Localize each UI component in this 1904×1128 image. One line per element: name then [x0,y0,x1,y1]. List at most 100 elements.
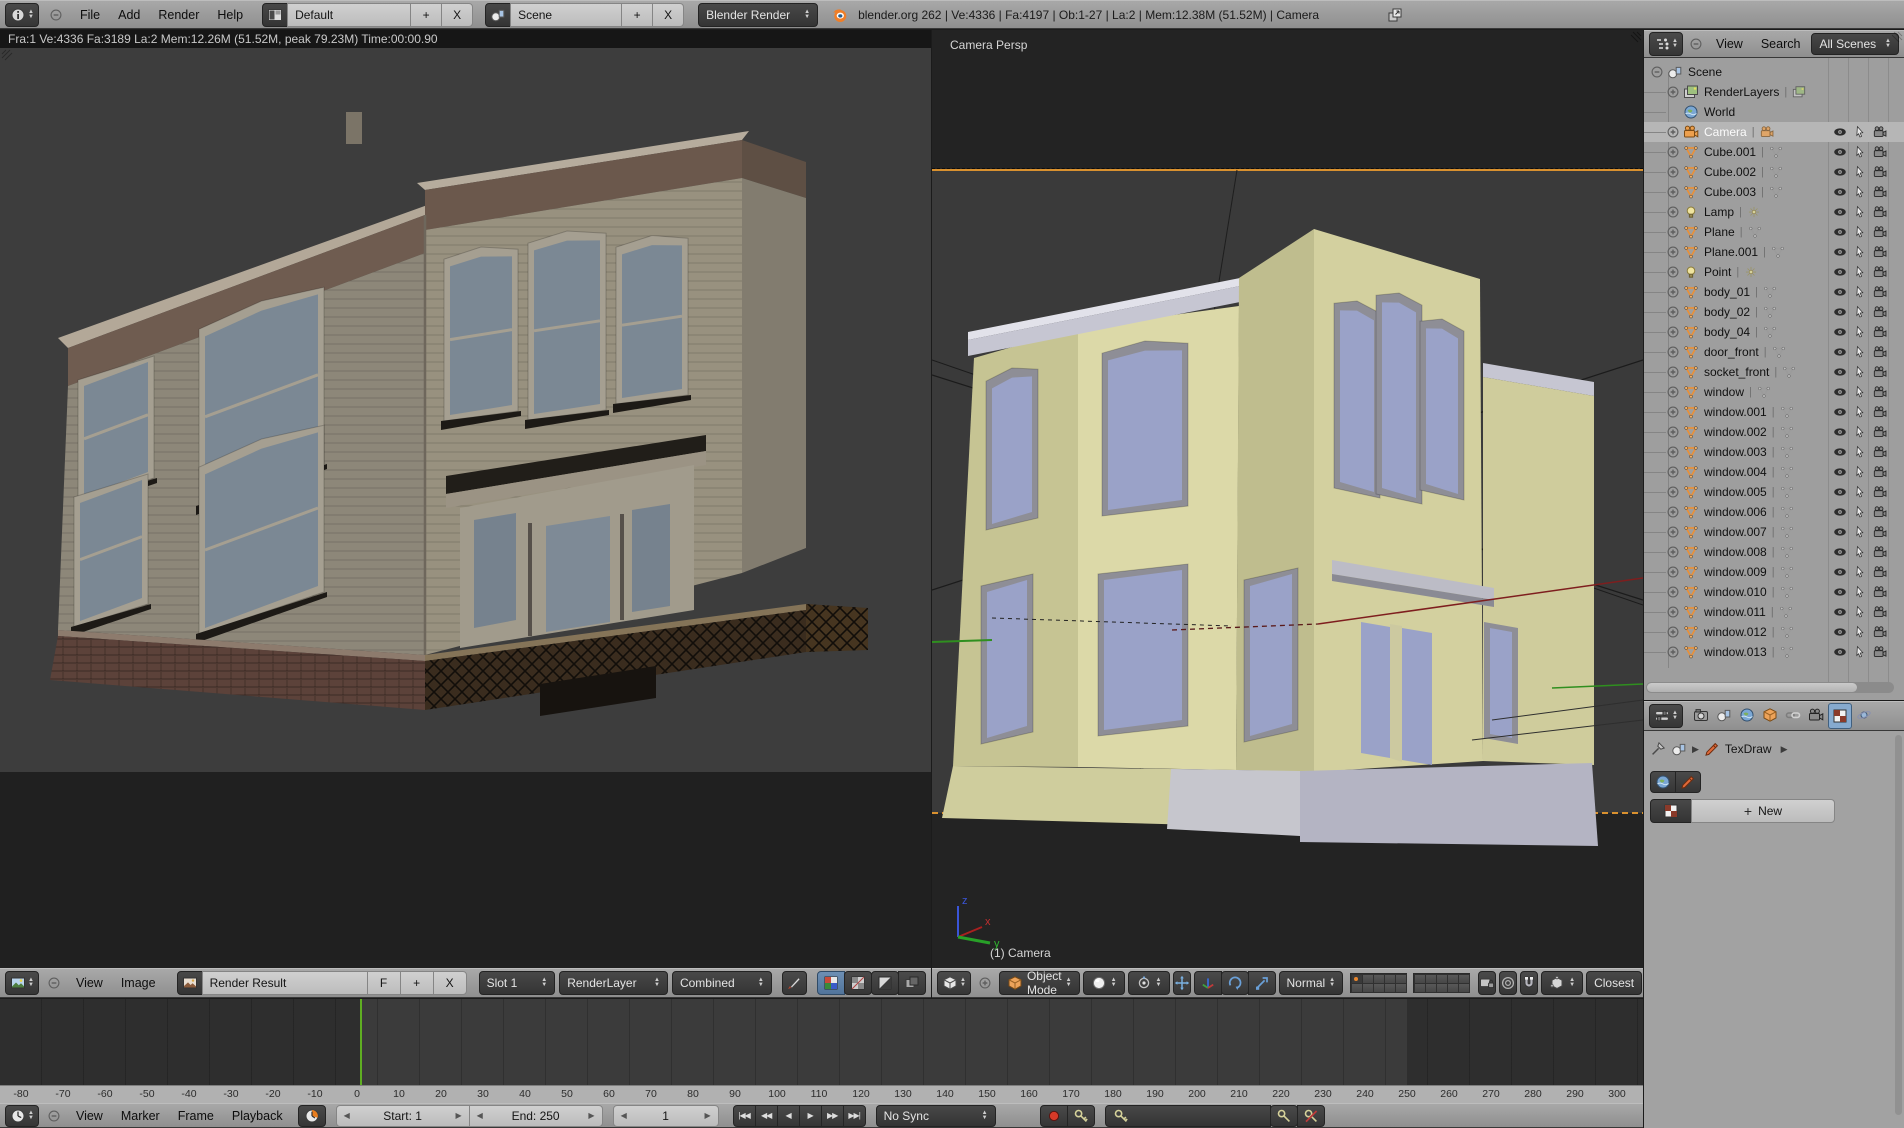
visibility-toggle[interactable] [1830,282,1850,302]
collapse-icon[interactable] [1650,65,1664,79]
translate-manipulator-toggle[interactable] [1193,971,1222,995]
outliner-item-renderlayers[interactable]: RenderLayers | [1644,82,1904,102]
play-button[interactable]: ▶ [798,1104,822,1127]
viewport-editor-type-button[interactable]: ▲ ▼ [937,971,971,995]
renderability-toggle[interactable] [1870,602,1890,622]
visibility-toggle[interactable] [1830,222,1850,242]
renderability-toggle[interactable] [1870,622,1890,642]
visibility-toggle[interactable] [1830,342,1850,362]
properties-tab-scene[interactable] [1713,703,1735,727]
visibility-toggle[interactable] [1830,142,1850,162]
properties-vscrollbar[interactable] [1895,735,1902,1115]
collapse-menus-icon[interactable] [49,8,63,22]
expand-icon[interactable] [1666,425,1680,439]
expand-icon[interactable] [1666,165,1680,179]
house-model[interactable] [932,30,1643,968]
world-texture-toggle[interactable] [1650,771,1676,793]
outliner-item-body_01[interactable]: body_01 | [1644,282,1904,302]
collapse-menus-icon[interactable] [47,1109,61,1123]
lock-camera-toggle[interactable] [1478,971,1497,995]
selectability-toggle[interactable] [1850,622,1870,642]
outliner-item-scene[interactable]: Scene [1644,62,1904,82]
outliner-item-label[interactable]: window.012 [1704,625,1767,639]
expand-icon[interactable] [1666,245,1680,259]
expand-icon[interactable] [1666,445,1680,459]
outliner-item-label[interactable]: window.010 [1704,585,1767,599]
outliner-item-plane[interactable]: Plane | [1644,222,1904,242]
outliner-item-lamp[interactable]: Lamp | [1644,202,1904,222]
expand-icon[interactable] [1666,485,1680,499]
selectability-toggle[interactable] [1850,482,1870,502]
texture-name[interactable]: TexDraw [1725,742,1772,756]
selectability-toggle[interactable] [1850,562,1870,582]
renderability-toggle[interactable] [1870,262,1890,282]
visibility-toggle[interactable] [1830,322,1850,342]
jump-end-button[interactable]: ▶▶| [842,1104,866,1127]
selectability-toggle[interactable] [1850,302,1870,322]
renderability-toggle[interactable] [1870,522,1890,542]
renderability-toggle[interactable] [1870,402,1890,422]
selectability-toggle[interactable] [1850,362,1870,382]
outliner-item-label[interactable]: window.002 [1704,425,1767,439]
draw-zbuffer-toggle[interactable] [897,971,926,995]
renderability-toggle[interactable] [1870,642,1890,662]
outliner-item-label[interactable]: window.006 [1704,505,1767,519]
outliner-item-label[interactable]: Point [1704,265,1731,279]
outliner-item-plane-001[interactable]: Plane.001 | [1644,242,1904,262]
rotate-manipulator-toggle[interactable] [1220,971,1249,995]
menu-view[interactable]: View [69,976,110,990]
expand-icon[interactable] [1666,505,1680,519]
selectability-toggle[interactable] [1850,542,1870,562]
menu-marker[interactable]: Marker [114,1109,167,1123]
renderability-toggle[interactable] [1870,342,1890,362]
expand-menus-icon[interactable] [978,976,992,990]
outliner-editor-type-button[interactable]: ▲ ▼ [1649,32,1683,56]
add-layout-button[interactable]: + [410,2,443,27]
editor-type-button[interactable]: ▲ ▼ [5,2,39,27]
draw-color-alpha-toggle[interactable] [843,971,872,995]
outliner-item-window-004[interactable]: window.004 | [1644,462,1904,482]
properties-tab-world[interactable] [1736,703,1758,727]
outliner-item-label[interactable]: window.009 [1704,565,1767,579]
selectability-toggle[interactable] [1850,502,1870,522]
selectability-toggle[interactable] [1850,422,1870,442]
selectability-toggle[interactable] [1850,602,1870,622]
expand-icon[interactable] [1666,325,1680,339]
outliner-item-body_04[interactable]: body_04 | [1644,322,1904,342]
render-pass-select[interactable]: Combined ▲ ▼ [671,971,772,995]
expand-icon[interactable] [1666,465,1680,479]
selectability-toggle[interactable] [1850,582,1870,602]
outliner-item-window-008[interactable]: window.008 | [1644,542,1904,562]
area-corner-grip[interactable] [1,49,13,61]
outliner-item-label[interactable]: body_02 [1704,305,1750,319]
layers-widget[interactable] [1413,973,1471,993]
selectability-toggle[interactable] [1850,242,1870,262]
selectability-toggle[interactable] [1850,222,1870,242]
selectability-toggle[interactable] [1850,642,1870,662]
selectability-toggle[interactable] [1850,202,1870,222]
outliner-item-window-002[interactable]: window.002 | [1644,422,1904,442]
menu-add[interactable]: Add [111,8,147,22]
visibility-toggle[interactable] [1830,422,1850,442]
outliner-item-label[interactable]: body_04 [1704,325,1750,339]
current-frame-field[interactable]: ◀ 1 ▶ [612,1104,719,1127]
visibility-toggle[interactable] [1830,202,1850,222]
outliner-item-window-009[interactable]: window.009 | [1644,562,1904,582]
properties-tab-render[interactable] [1690,703,1712,727]
new-image-button[interactable]: + [399,971,434,995]
outliner-item-cube-003[interactable]: Cube.003 | [1644,182,1904,202]
image-editor-type-button[interactable]: ▲ ▼ [5,971,39,995]
renderability-toggle[interactable] [1870,322,1890,342]
outliner-item-socket_front[interactable]: socket_front | [1644,362,1904,382]
sync-select[interactable]: No Sync ▲ ▼ [875,1104,996,1127]
outliner-item-label[interactable]: Camera [1704,125,1747,139]
selectability-toggle[interactable] [1850,462,1870,482]
visibility-toggle[interactable] [1830,602,1850,622]
selectability-toggle[interactable] [1850,442,1870,462]
outliner-item-window-005[interactable]: window.005 | [1644,482,1904,502]
expand-icon[interactable] [1666,145,1680,159]
menu-help[interactable]: Help [210,8,250,22]
expand-icon[interactable] [1666,125,1680,139]
scene-browse-button[interactable] [485,2,512,27]
selectability-toggle[interactable] [1850,182,1870,202]
